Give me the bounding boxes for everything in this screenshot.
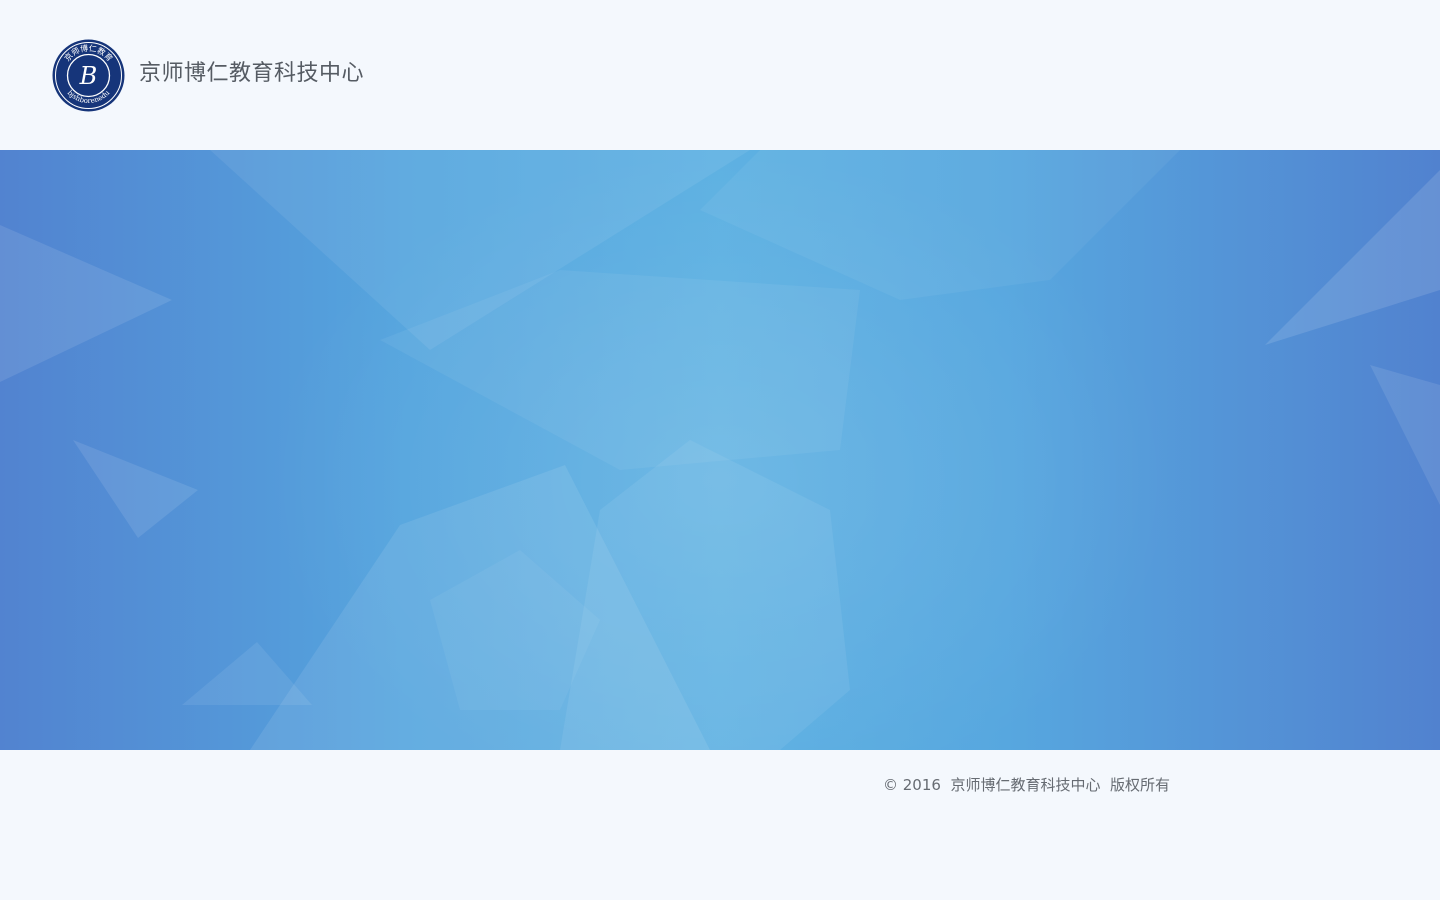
logo-letter: B bbox=[79, 62, 98, 90]
copyright-text: © 2016 京师博仁教育科技中心 版权所有 bbox=[883, 776, 1171, 794]
footer: © 2016 京师博仁教育科技中心 版权所有 bbox=[0, 750, 1440, 900]
bjbr-seal-logo-icon[interactable]: 京师博仁教育 bjshborenedu B bbox=[52, 39, 125, 112]
header: 京师博仁教育 bjshborenedu B 京师博仁教育科技中心 bbox=[0, 0, 1440, 150]
brand-name: 京师博仁教育科技中心 bbox=[139, 61, 365, 86]
abstract-geometric-background-icon bbox=[0, 150, 1440, 750]
hero-banner bbox=[0, 150, 1440, 750]
